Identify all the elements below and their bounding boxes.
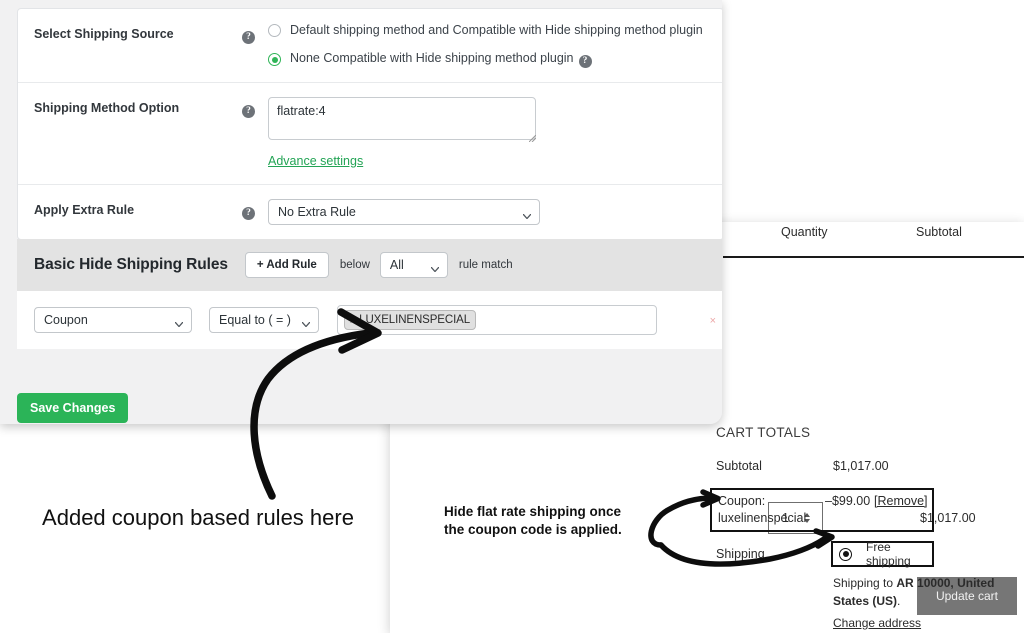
rules-title: Basic Hide Shipping Rules xyxy=(34,256,228,273)
question-mark-icon: ? xyxy=(242,105,255,118)
shipping-settings-panel: Select Shipping Source ? Default shippin… xyxy=(0,0,722,424)
shipping-method-textarea[interactable] xyxy=(268,97,536,140)
radio-text-none-compatible: None Compatible with Hide shipping metho… xyxy=(290,51,574,65)
radio-option-default[interactable]: Default shipping method and Compatible w… xyxy=(268,23,722,38)
field-row-shipping-source: Select Shipping Source ? Default shippin… xyxy=(18,9,722,83)
rule-field-select[interactable]: Coupon xyxy=(34,307,192,333)
help-icon-shipping-method-option[interactable]: ? xyxy=(242,97,268,118)
question-mark-icon: ? xyxy=(242,207,255,220)
change-address-link[interactable]: Change address xyxy=(833,616,921,630)
subtotal-label: Subtotal xyxy=(716,459,762,473)
chevron-down-icon xyxy=(430,262,440,273)
help-icon-shipping-source[interactable]: ? xyxy=(242,23,268,44)
help-icon-apply-extra-rule[interactable]: ? xyxy=(242,199,268,220)
free-shipping-radio-icon[interactable] xyxy=(839,547,852,561)
save-changes-button[interactable]: Save Changes xyxy=(17,393,129,423)
radio-icon-default[interactable] xyxy=(268,24,281,37)
rule-value-tag-field[interactable]: x LUXELINENSPECIAL xyxy=(337,305,657,335)
shipping-source-options: Default shipping method and Compatible w… xyxy=(268,23,722,68)
coupon-discount-value: –$99.00 xyxy=(825,494,871,508)
rule-operator-select[interactable]: Equal to ( = ) xyxy=(209,307,319,333)
coupon-label: Coupon: xyxy=(718,494,766,508)
rule-match-suffix-label: rule match xyxy=(458,259,513,271)
subtotal-value: $1,017.00 xyxy=(833,459,889,473)
shipping-method-textarea-wrap xyxy=(268,97,540,143)
rule-row: Coupon Equal to ( = ) x LUXELINENSPECIAL xyxy=(17,291,722,349)
save-zone: Save Changes xyxy=(0,376,722,424)
coupon-remove-link[interactable]: [Remove] xyxy=(874,494,928,508)
annotation-left-text: Added coupon based rules here xyxy=(42,505,354,530)
extra-rule-select[interactable]: No Extra Rule xyxy=(268,199,540,225)
rule-match-select[interactable]: All xyxy=(379,252,448,278)
chevron-down-icon xyxy=(522,209,532,220)
shipping-method-option-control: Advance settings xyxy=(268,97,722,170)
advance-settings-link[interactable]: Advance settings xyxy=(268,154,363,168)
radio-label-default: Default shipping method and Compatible w… xyxy=(290,23,703,37)
question-mark-icon-inline[interactable]: ? xyxy=(578,55,592,68)
radio-label-none-compatible: None Compatible with Hide shipping metho… xyxy=(290,51,592,68)
add-rule-button[interactable]: + Add Rule xyxy=(244,252,329,278)
apply-extra-rule-control: No Extra Rule xyxy=(268,199,722,225)
annotation-middle-text: Hide flat rate shipping once the coupon … xyxy=(444,504,622,537)
shipping-to-prefix: Shipping to xyxy=(833,576,897,590)
chevron-down-icon xyxy=(174,317,184,328)
field-row-apply-extra-rule: Apply Extra Rule ? No Extra Rule xyxy=(18,185,722,239)
chevron-down-icon xyxy=(301,317,311,328)
remove-tag-icon[interactable]: x xyxy=(350,315,355,326)
question-mark-icon: ? xyxy=(242,31,255,44)
rule-operator-select-value: Equal to ( = ) xyxy=(219,313,291,327)
shipping-destination: Shipping to AR 10000, United States (US)… xyxy=(833,574,1024,610)
extra-rule-select-value: No Extra Rule xyxy=(278,205,356,219)
rules-section: Basic Hide Shipping Rules + Add Rule bel… xyxy=(17,239,722,349)
rules-header-bar: Basic Hide Shipping Rules + Add Rule bel… xyxy=(17,239,722,291)
screenshot-stage: Quantity Subtotal 1 $1,017.00 Update car… xyxy=(0,0,1024,633)
field-row-shipping-method-option: Shipping Method Option ? Advance setting… xyxy=(18,83,722,185)
label-shipping-method-option: Shipping Method Option xyxy=(34,101,180,115)
column-header-subtotal: Subtotal xyxy=(916,225,962,239)
coupon-code: luxelinenspecial xyxy=(718,511,807,525)
delete-rule-icon[interactable]: × xyxy=(710,315,716,327)
free-shipping-label: Free shipping xyxy=(866,540,911,568)
label-apply-extra-rule: Apply Extra Rule xyxy=(34,203,135,217)
coupon-tag[interactable]: x LUXELINENSPECIAL xyxy=(344,310,477,330)
coupon-row-highlight: Coupon: luxelinenspecial –$99.00 [Remove… xyxy=(710,488,934,532)
cart-table-header: Quantity Subtotal xyxy=(723,222,1024,258)
free-shipping-highlight[interactable]: Free shipping xyxy=(831,540,934,568)
radio-option-none-compatible[interactable]: None Compatible with Hide shipping metho… xyxy=(268,51,722,68)
coupon-tag-label: LUXELINENSPECIAL xyxy=(359,314,471,326)
below-label: below xyxy=(339,259,370,271)
cart-totals-heading: CART TOTALS xyxy=(716,425,811,440)
rule-field-select-value: Coupon xyxy=(44,313,88,327)
column-header-quantity: Quantity xyxy=(781,225,828,239)
radio-icon-none-compatible[interactable] xyxy=(268,53,281,66)
shipping-label: Shipping xyxy=(716,547,765,561)
shipping-to-suffix: . xyxy=(897,594,901,608)
label-select-shipping-source: Select Shipping Source xyxy=(34,27,174,41)
rule-match-select-value: All xyxy=(389,258,404,272)
settings-card: Select Shipping Source ? Default shippin… xyxy=(17,8,722,240)
